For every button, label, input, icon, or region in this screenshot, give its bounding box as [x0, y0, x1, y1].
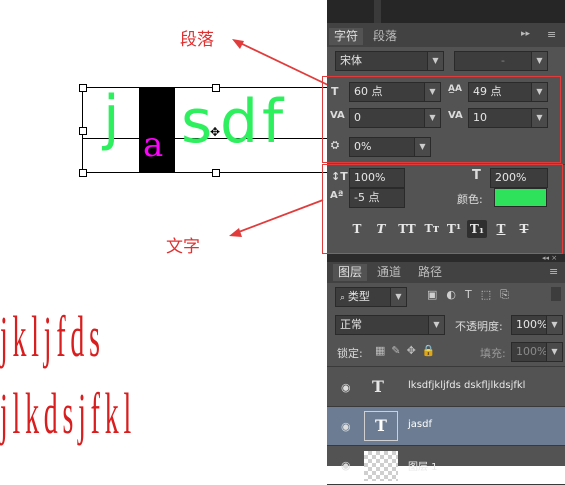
text-layer-icon: T [364, 411, 398, 441]
panel-menu-icon[interactable]: ≡ [547, 28, 556, 41]
font-style-select[interactable]: - ▼ [454, 51, 548, 71]
filter-icons[interactable]: ▣◐T⬚⎘ [427, 288, 518, 302]
collapse-icon[interactable]: ▸▸ [521, 29, 530, 39]
tab-layers[interactable]: 图层 [333, 264, 368, 281]
canvas-char: s [181, 87, 213, 157]
blend-mode-select[interactable]: 正常 ▼ [335, 315, 445, 335]
layer-name: jasdf [408, 419, 432, 430]
fill-label: 填充: [480, 347, 506, 360]
lock-icons[interactable]: ▦✎✥🔒 [375, 344, 442, 357]
transform-handle[interactable] [79, 84, 87, 92]
opacity-label: 不透明度: [455, 320, 503, 333]
move-cursor-icon: ✥ [210, 125, 221, 139]
canvas-char: f [262, 87, 284, 157]
eye-icon[interactable]: ◉ [341, 381, 351, 394]
layer-thumbnail [364, 451, 398, 481]
font-family-select[interactable]: 宋体 ▼ [335, 51, 444, 71]
canvas-selected-char: a [143, 125, 164, 165]
tab-channels[interactable]: 通道 [372, 264, 406, 281]
character-panel: 字符 段落 ▸▸ ≡ 宋体 ▼ - ▼ T 60 点 ▼ A̲A 49 点 ▼ VA 0… [322, 0, 565, 485]
annotation-box-text [322, 164, 563, 254]
opacity-field[interactable]: 100% ▼ [511, 315, 563, 335]
tab-paths[interactable]: 路径 [413, 264, 447, 281]
transform-handle[interactable] [79, 127, 87, 135]
tab-paragraph[interactable]: 段落 [368, 28, 402, 45]
eye-icon[interactable]: ◉ [341, 420, 351, 433]
collapse-icon[interactable]: ◂◂ × [542, 254, 557, 262]
canvas-char: j [103, 83, 120, 153]
tab-character[interactable]: 字符 [329, 28, 364, 45]
layer-name: lksdfjkljfds dskfljlkdsjfkl [408, 380, 526, 391]
filter-toggle[interactable] [551, 287, 561, 301]
panel-menu-icon[interactable]: ≡ [549, 265, 558, 278]
annotation-box-paragraph [322, 76, 561, 163]
red-text-line-1: jkljfds [0, 304, 105, 369]
layer-filter-select[interactable]: ⌕ 类型 ▼ [335, 287, 407, 307]
transform-handle[interactable] [79, 169, 87, 177]
transform-handle[interactable] [212, 169, 220, 177]
layer-row[interactable]: ◉ T lksdfjkljfds dskfljlkdsjfkl [327, 368, 565, 407]
lock-label: 锁定: [337, 347, 363, 360]
canvas-char: d [220, 87, 259, 157]
transform-handle[interactable] [212, 84, 220, 92]
fill-field[interactable]: 100% ▼ [511, 342, 563, 362]
layer-row-selected[interactable]: ◉ T jasdf [327, 407, 565, 446]
red-text-line-2: jlkdsjfkl [0, 381, 137, 446]
text-layer-icon: T [372, 377, 384, 396]
